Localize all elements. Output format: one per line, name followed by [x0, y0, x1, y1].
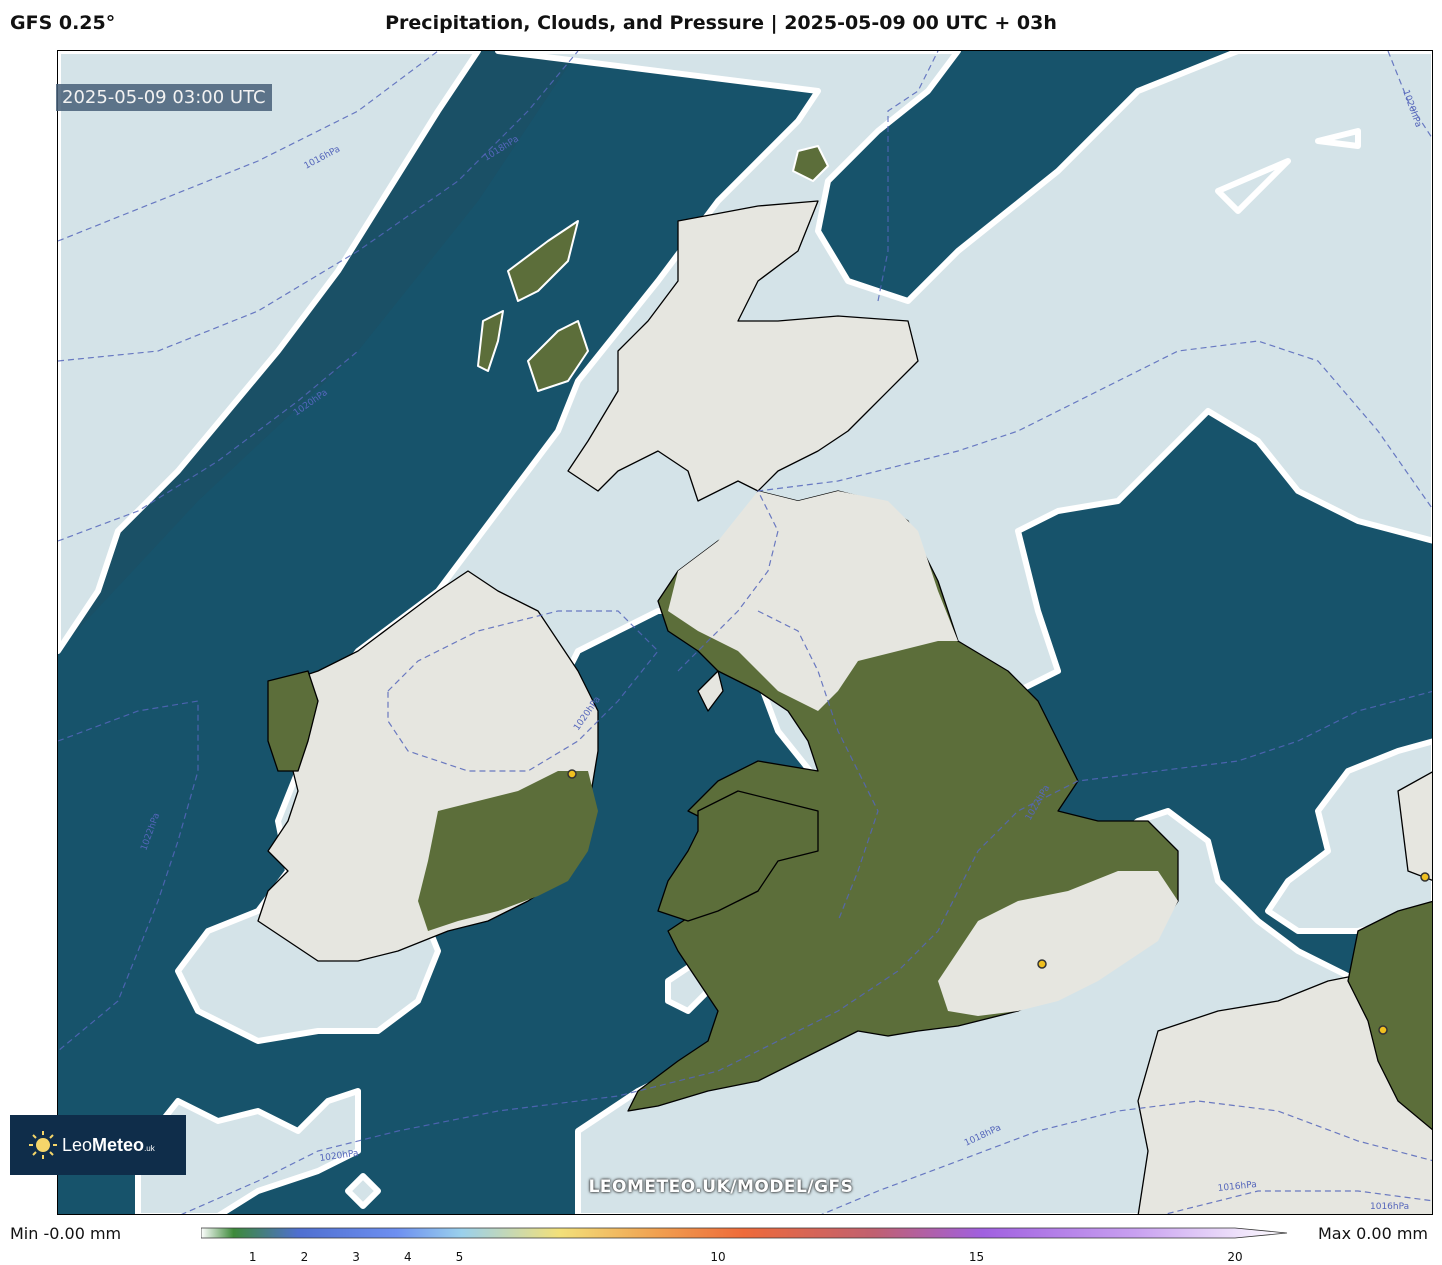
- isobar-label: 1016hPa: [1370, 1202, 1409, 1212]
- site-watermark: LEOMETEO.UK/MODEL/GFS: [588, 1177, 854, 1197]
- colorbar-tick-label: 5: [455, 1250, 464, 1264]
- logo-text: LeoMeteo.uk: [62, 1134, 155, 1155]
- min-precip-label: Min -0.00 mm: [10, 1224, 122, 1243]
- weather-map[interactable]: 1016hPa 1018hPa 1020hPa 1022hPa 1020hPa …: [57, 50, 1433, 1215]
- colorbar-tick-label: 3: [352, 1250, 360, 1264]
- colorbar-tick-label: 1: [248, 1250, 257, 1264]
- sun-icon: [28, 1130, 58, 1160]
- precip-colorbar: [201, 1227, 1288, 1239]
- map-title: Precipitation, Clouds, and Pressure | 20…: [385, 12, 1057, 34]
- city-marker-london: [1037, 959, 1047, 969]
- colorbar-tick-label: 4: [403, 1250, 412, 1264]
- colorbar-tick-label: 15: [968, 1250, 985, 1264]
- colorbar-tick-label: 20: [1227, 1250, 1243, 1264]
- city-marker-dublin: [567, 769, 577, 779]
- colorbar-tick-label: 10: [710, 1250, 726, 1264]
- leometeo-logo[interactable]: LeoMeteo.uk: [10, 1115, 186, 1175]
- city-marker-brussels: [1378, 1025, 1388, 1035]
- valid-time-label: 2025-05-09 03:00 UTC: [56, 84, 272, 111]
- max-precip-label: Max 0.00 mm: [1317, 1224, 1428, 1243]
- map-canvas: 1016hPa 1018hPa 1020hPa 1022hPa 1020hPa …: [58, 51, 1432, 1214]
- colorbar-tick-label: 2: [300, 1250, 309, 1264]
- city-marker-amsterdam: [1420, 872, 1430, 882]
